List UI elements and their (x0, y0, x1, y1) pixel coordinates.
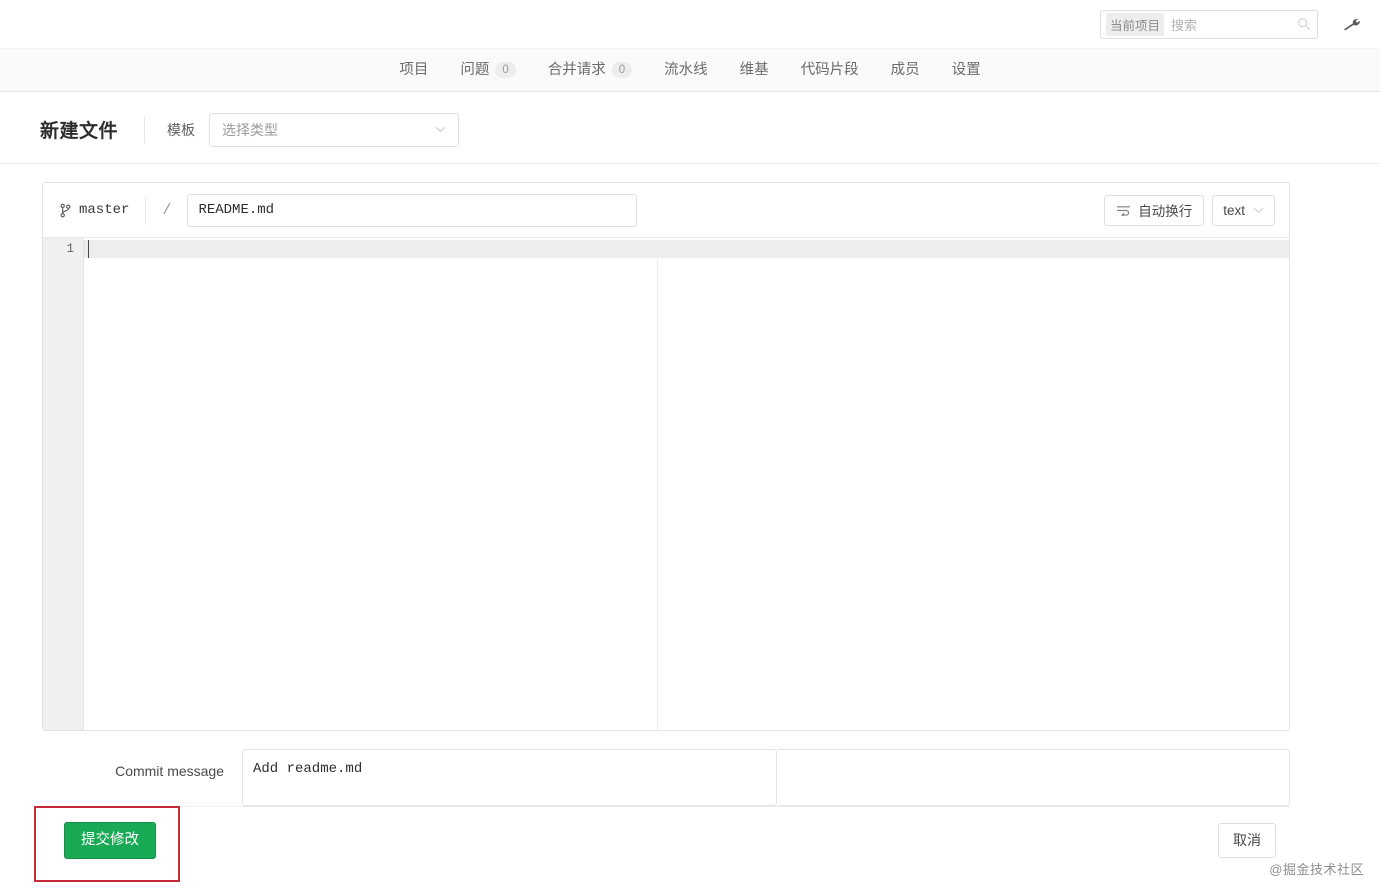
header-divider (144, 116, 146, 143)
search-box[interactable]: 当前项目 搜索 (1100, 9, 1318, 39)
soft-wrap-label: 自动换行 (1138, 204, 1193, 219)
chevron-down-icon (435, 126, 446, 133)
commit-row-filler (777, 749, 1290, 806)
page-title: 新建文件 (40, 121, 119, 142)
commit-changes-button[interactable]: 提交修改 (64, 822, 156, 859)
chevron-down-icon (1253, 207, 1264, 213)
template-label: 模板 (167, 121, 196, 138)
branch-indicator[interactable]: master (59, 202, 145, 218)
nav-item-1[interactable]: 问题 0 (444, 49, 531, 91)
line-number-gutter: 1 (43, 238, 84, 730)
wrench-icon (1344, 18, 1360, 31)
cancel-button[interactable]: 取消 (1218, 823, 1276, 858)
nav-badge: 0 (495, 62, 516, 78)
editor-mode-select[interactable]: text (1212, 194, 1275, 226)
admin-wrench-button[interactable] (1340, 12, 1364, 36)
nav-item-0[interactable]: 项目 (383, 49, 444, 91)
template-select-value: 选择类型 (222, 121, 279, 138)
line-number: 1 (66, 242, 74, 256)
print-margin-ruler (657, 238, 658, 730)
form-actions: 提交修改 取消 (42, 806, 1290, 874)
active-line-highlight (84, 240, 1289, 258)
nav-label: 流水线 (664, 62, 708, 78)
nav-item-3[interactable]: 流水线 (648, 49, 724, 91)
nav-label: 项目 (399, 62, 429, 78)
topbar: 当前项目 搜索 (0, 0, 1380, 48)
nav-item-4[interactable]: 维基 (724, 49, 785, 91)
path-separator: / (162, 201, 172, 219)
file-editor-card: master / 自动换行 text 1 (42, 182, 1290, 731)
filename-input[interactable] (187, 193, 638, 227)
page-header: 新建文件 模板 选择类型 (0, 92, 1380, 164)
soft-wrap-button[interactable]: 自动换行 (1104, 194, 1205, 226)
nav-label: 设置 (951, 62, 981, 78)
nav-item-2[interactable]: 合并请求 0 (532, 49, 648, 91)
nav-item-7[interactable]: 设置 (936, 49, 997, 91)
branch-icon (60, 203, 71, 217)
editor-toolbar-right: 自动换行 text (1104, 194, 1275, 226)
nav-item-5[interactable]: 代码片段 (785, 49, 875, 91)
template-select[interactable]: 选择类型 (209, 112, 460, 147)
project-nav: 项目 问题 0 合并请求 0 流水线 维基 代码片段 成员 设置 (0, 48, 1380, 92)
branch-name: master (79, 202, 130, 218)
nav-label: 合并请求 (547, 62, 606, 78)
commit-message-label: Commit message (115, 763, 224, 779)
editor-mode-label: text (1223, 202, 1245, 218)
nav-item-6[interactable]: 成员 (875, 49, 936, 91)
search-input[interactable]: 搜索 (1171, 15, 1297, 34)
editor-toolbar: master / 自动换行 text (43, 183, 1289, 238)
text-caret (88, 240, 89, 258)
code-content-area[interactable] (84, 238, 1289, 730)
search-scope-tag: 当前项目 (1106, 12, 1165, 36)
nav-label: 维基 (739, 62, 769, 78)
text-wrap-icon (1117, 205, 1131, 216)
commit-message-input[interactable] (242, 749, 777, 806)
nav-badge: 0 (611, 62, 633, 78)
nav-label: 成员 (890, 62, 920, 78)
nav-label: 代码片段 (800, 62, 859, 78)
nav-label: 问题 (460, 62, 490, 78)
watermark: @掘金技术社区 (1269, 862, 1364, 877)
code-editor[interactable]: 1 (43, 238, 1289, 730)
commit-message-row: Commit message (42, 749, 1290, 806)
search-icon (1298, 18, 1311, 31)
